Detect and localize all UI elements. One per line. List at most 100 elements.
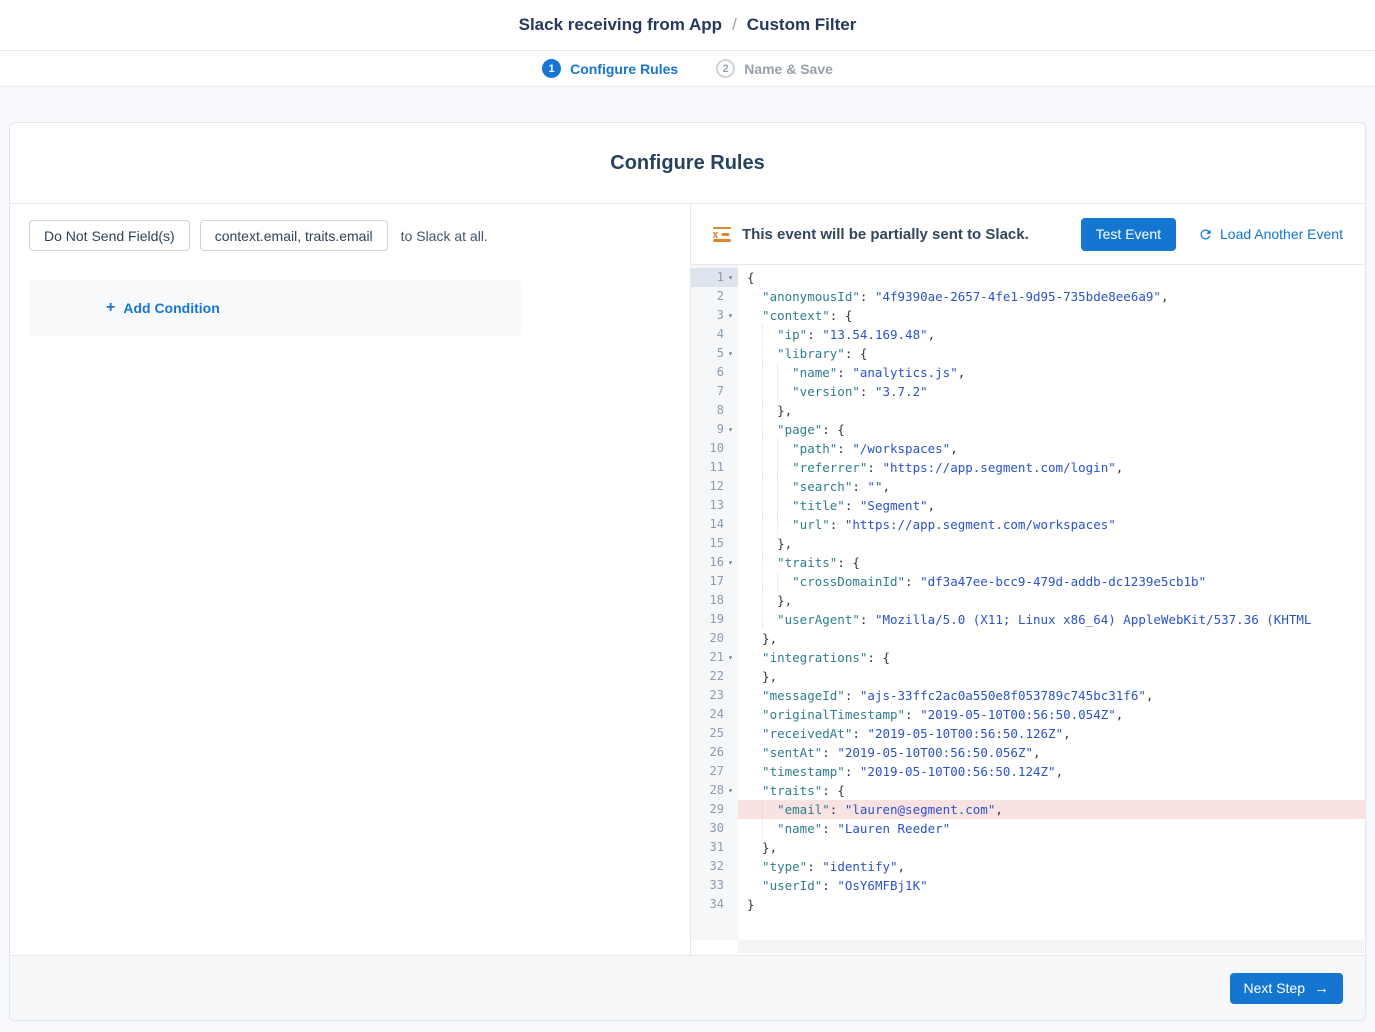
- next-step-label: Next Step: [1244, 980, 1305, 996]
- line-gutter: 19: [691, 610, 738, 629]
- load-another-event-label: Load Another Event: [1220, 226, 1343, 242]
- code-text: "timestamp": "2019-05-10T00:56:50.124Z",: [738, 762, 1365, 781]
- code-line[interactable]: 19 "userAgent": "Mozilla/5.0 (X11; Linux …: [691, 610, 1365, 629]
- code-line[interactable]: 9▾"page": {: [691, 420, 1365, 439]
- line-number: 8: [717, 401, 724, 420]
- line-gutter: 13: [691, 496, 738, 515]
- line-gutter: 7: [691, 382, 738, 401]
- horizontal-scrollbar[interactable]: [738, 940, 1364, 953]
- code-text: },: [738, 534, 1365, 553]
- code-text: "userId": "OsY6MFBj1K": [738, 876, 1365, 895]
- code-line[interactable]: 7"version": "3.7.2": [691, 382, 1365, 401]
- line-number: 9: [717, 420, 724, 439]
- test-event-button[interactable]: Test Event: [1081, 218, 1176, 251]
- fold-arrow-icon[interactable]: ▾: [725, 553, 736, 572]
- line-number: 34: [710, 895, 724, 914]
- breadcrumb-page-name: Custom Filter: [747, 15, 857, 35]
- code-line[interactable]: 28▾"traits": {: [691, 781, 1365, 800]
- code-line[interactable]: 29"email": "lauren@segment.com",: [691, 800, 1365, 819]
- fold-arrow-icon[interactable]: ▾: [725, 648, 736, 667]
- refresh-icon: [1198, 227, 1213, 242]
- line-number: 32: [710, 857, 724, 876]
- line-gutter: 14: [691, 515, 738, 534]
- add-condition-button[interactable]: + Add Condition: [106, 300, 220, 316]
- code-line[interactable]: 31},: [691, 838, 1365, 857]
- filter-icon: x: [713, 227, 731, 242]
- code-line[interactable]: 14"url": "https://app.segment.com/worksp…: [691, 515, 1365, 534]
- code-text: "anonymousId": "4f9390ae-2657-4fe1-9d95-…: [738, 287, 1365, 306]
- code-line[interactable]: 24"originalTimestamp": "2019-05-10T00:56…: [691, 705, 1365, 724]
- fold-arrow-icon[interactable]: ▾: [725, 306, 736, 325]
- line-number: 10: [710, 439, 724, 458]
- rules-panel: Do Not Send Field(s) context.email, trai…: [10, 204, 691, 955]
- rule-row: Do Not Send Field(s) context.email, trai…: [29, 220, 672, 251]
- rule-fields-input[interactable]: context.email, traits.email: [200, 220, 388, 251]
- code-text: "traits": {: [738, 553, 1365, 572]
- card-body: Do Not Send Field(s) context.email, trai…: [10, 204, 1365, 955]
- code-line[interactable]: 25"receivedAt": "2019-05-10T00:56:50.126…: [691, 724, 1365, 743]
- code-line[interactable]: 5▾"library": {: [691, 344, 1365, 363]
- code-line[interactable]: 2"anonymousId": "4f9390ae-2657-4fe1-9d95…: [691, 287, 1365, 306]
- next-step-button[interactable]: Next Step →: [1230, 973, 1343, 1004]
- code-line[interactable]: 23"messageId": "ajs-33ffc2ac0a550e8f0537…: [691, 686, 1365, 705]
- code-line[interactable]: 4"ip": "13.54.169.48",: [691, 325, 1365, 344]
- code-line[interactable]: 8},: [691, 401, 1365, 420]
- line-gutter: 24: [691, 705, 738, 724]
- code-line[interactable]: 10"path": "/workspaces",: [691, 439, 1365, 458]
- line-number: 4: [717, 325, 724, 344]
- line-number: 18: [710, 591, 724, 610]
- code-line[interactable]: 27"timestamp": "2019-05-10T00:56:50.124Z…: [691, 762, 1365, 781]
- line-gutter: 8: [691, 401, 738, 420]
- code-line[interactable]: 12"search": "",: [691, 477, 1365, 496]
- json-editor[interactable]: 1▾{2"anonymousId": "4f9390ae-2657-4fe1-9…: [691, 265, 1365, 940]
- line-number: 12: [710, 477, 724, 496]
- code-line[interactable]: 20},: [691, 629, 1365, 648]
- preview-header: x This event will be partially sent to S…: [691, 204, 1365, 265]
- fold-arrow-icon[interactable]: ▾: [725, 344, 736, 363]
- code-text: "page": {: [738, 420, 1365, 439]
- line-number: 16: [710, 553, 724, 572]
- line-number: 26: [710, 743, 724, 762]
- fold-arrow-icon[interactable]: ▾: [725, 268, 736, 287]
- fold-arrow-icon[interactable]: ▾: [725, 781, 736, 800]
- code-text: {: [738, 268, 1365, 287]
- code-line[interactable]: 15},: [691, 534, 1365, 553]
- code-line[interactable]: 16▾"traits": {: [691, 553, 1365, 572]
- line-gutter: 18: [691, 591, 738, 610]
- top-header: Slack receiving from App / Custom Filter: [0, 0, 1375, 51]
- line-gutter: 2: [691, 287, 738, 306]
- code-line[interactable]: 13"title": "Segment",: [691, 496, 1365, 515]
- breadcrumb: Slack receiving from App / Custom Filter: [519, 15, 857, 35]
- step-configure-rules[interactable]: 1 Configure Rules: [542, 59, 678, 78]
- code-line[interactable]: 6"name": "analytics.js",: [691, 363, 1365, 382]
- line-gutter: 11: [691, 458, 738, 477]
- line-gutter: 23: [691, 686, 738, 705]
- code-text: "userAgent": "Mozilla/5.0 (X11; Linux x8…: [738, 610, 1365, 629]
- code-line[interactable]: 22},: [691, 667, 1365, 686]
- code-line[interactable]: 18},: [691, 591, 1365, 610]
- line-number: 6: [717, 363, 724, 382]
- code-line[interactable]: 32"type": "identify",: [691, 857, 1365, 876]
- load-another-event-link[interactable]: Load Another Event: [1198, 226, 1343, 242]
- fold-arrow-icon[interactable]: ▾: [725, 420, 736, 439]
- status-message: This event will be partially sent to Sla…: [742, 226, 1029, 243]
- code-line[interactable]: 26"sentAt": "2019-05-10T00:56:50.056Z",: [691, 743, 1365, 762]
- code-line[interactable]: 30"name": "Lauren Reeder": [691, 819, 1365, 838]
- line-number: 1: [717, 268, 724, 287]
- step-name-and-save[interactable]: 2 Name & Save: [716, 59, 833, 78]
- line-number: 19: [710, 610, 724, 629]
- code-line[interactable]: 34}: [691, 895, 1365, 914]
- rule-action-selector[interactable]: Do Not Send Field(s): [29, 220, 190, 251]
- line-gutter: 1▾: [691, 268, 738, 287]
- code-line[interactable]: 17"crossDomainId": "df3a47ee-bcc9-479d-a…: [691, 572, 1365, 591]
- code-line[interactable]: 3▾"context": {: [691, 306, 1365, 325]
- code-line[interactable]: 11"referrer": "https://app.segment.com/l…: [691, 458, 1365, 477]
- code-line[interactable]: 1▾{: [691, 268, 1365, 287]
- line-number: 11: [710, 458, 724, 477]
- code-line[interactable]: 21▾"integrations": {: [691, 648, 1365, 667]
- code-line[interactable]: 33"userId": "OsY6MFBj1K": [691, 876, 1365, 895]
- line-gutter: 34: [691, 895, 738, 914]
- line-number: 21: [710, 648, 724, 667]
- step-1-label: Configure Rules: [570, 61, 678, 77]
- line-gutter: 4: [691, 325, 738, 344]
